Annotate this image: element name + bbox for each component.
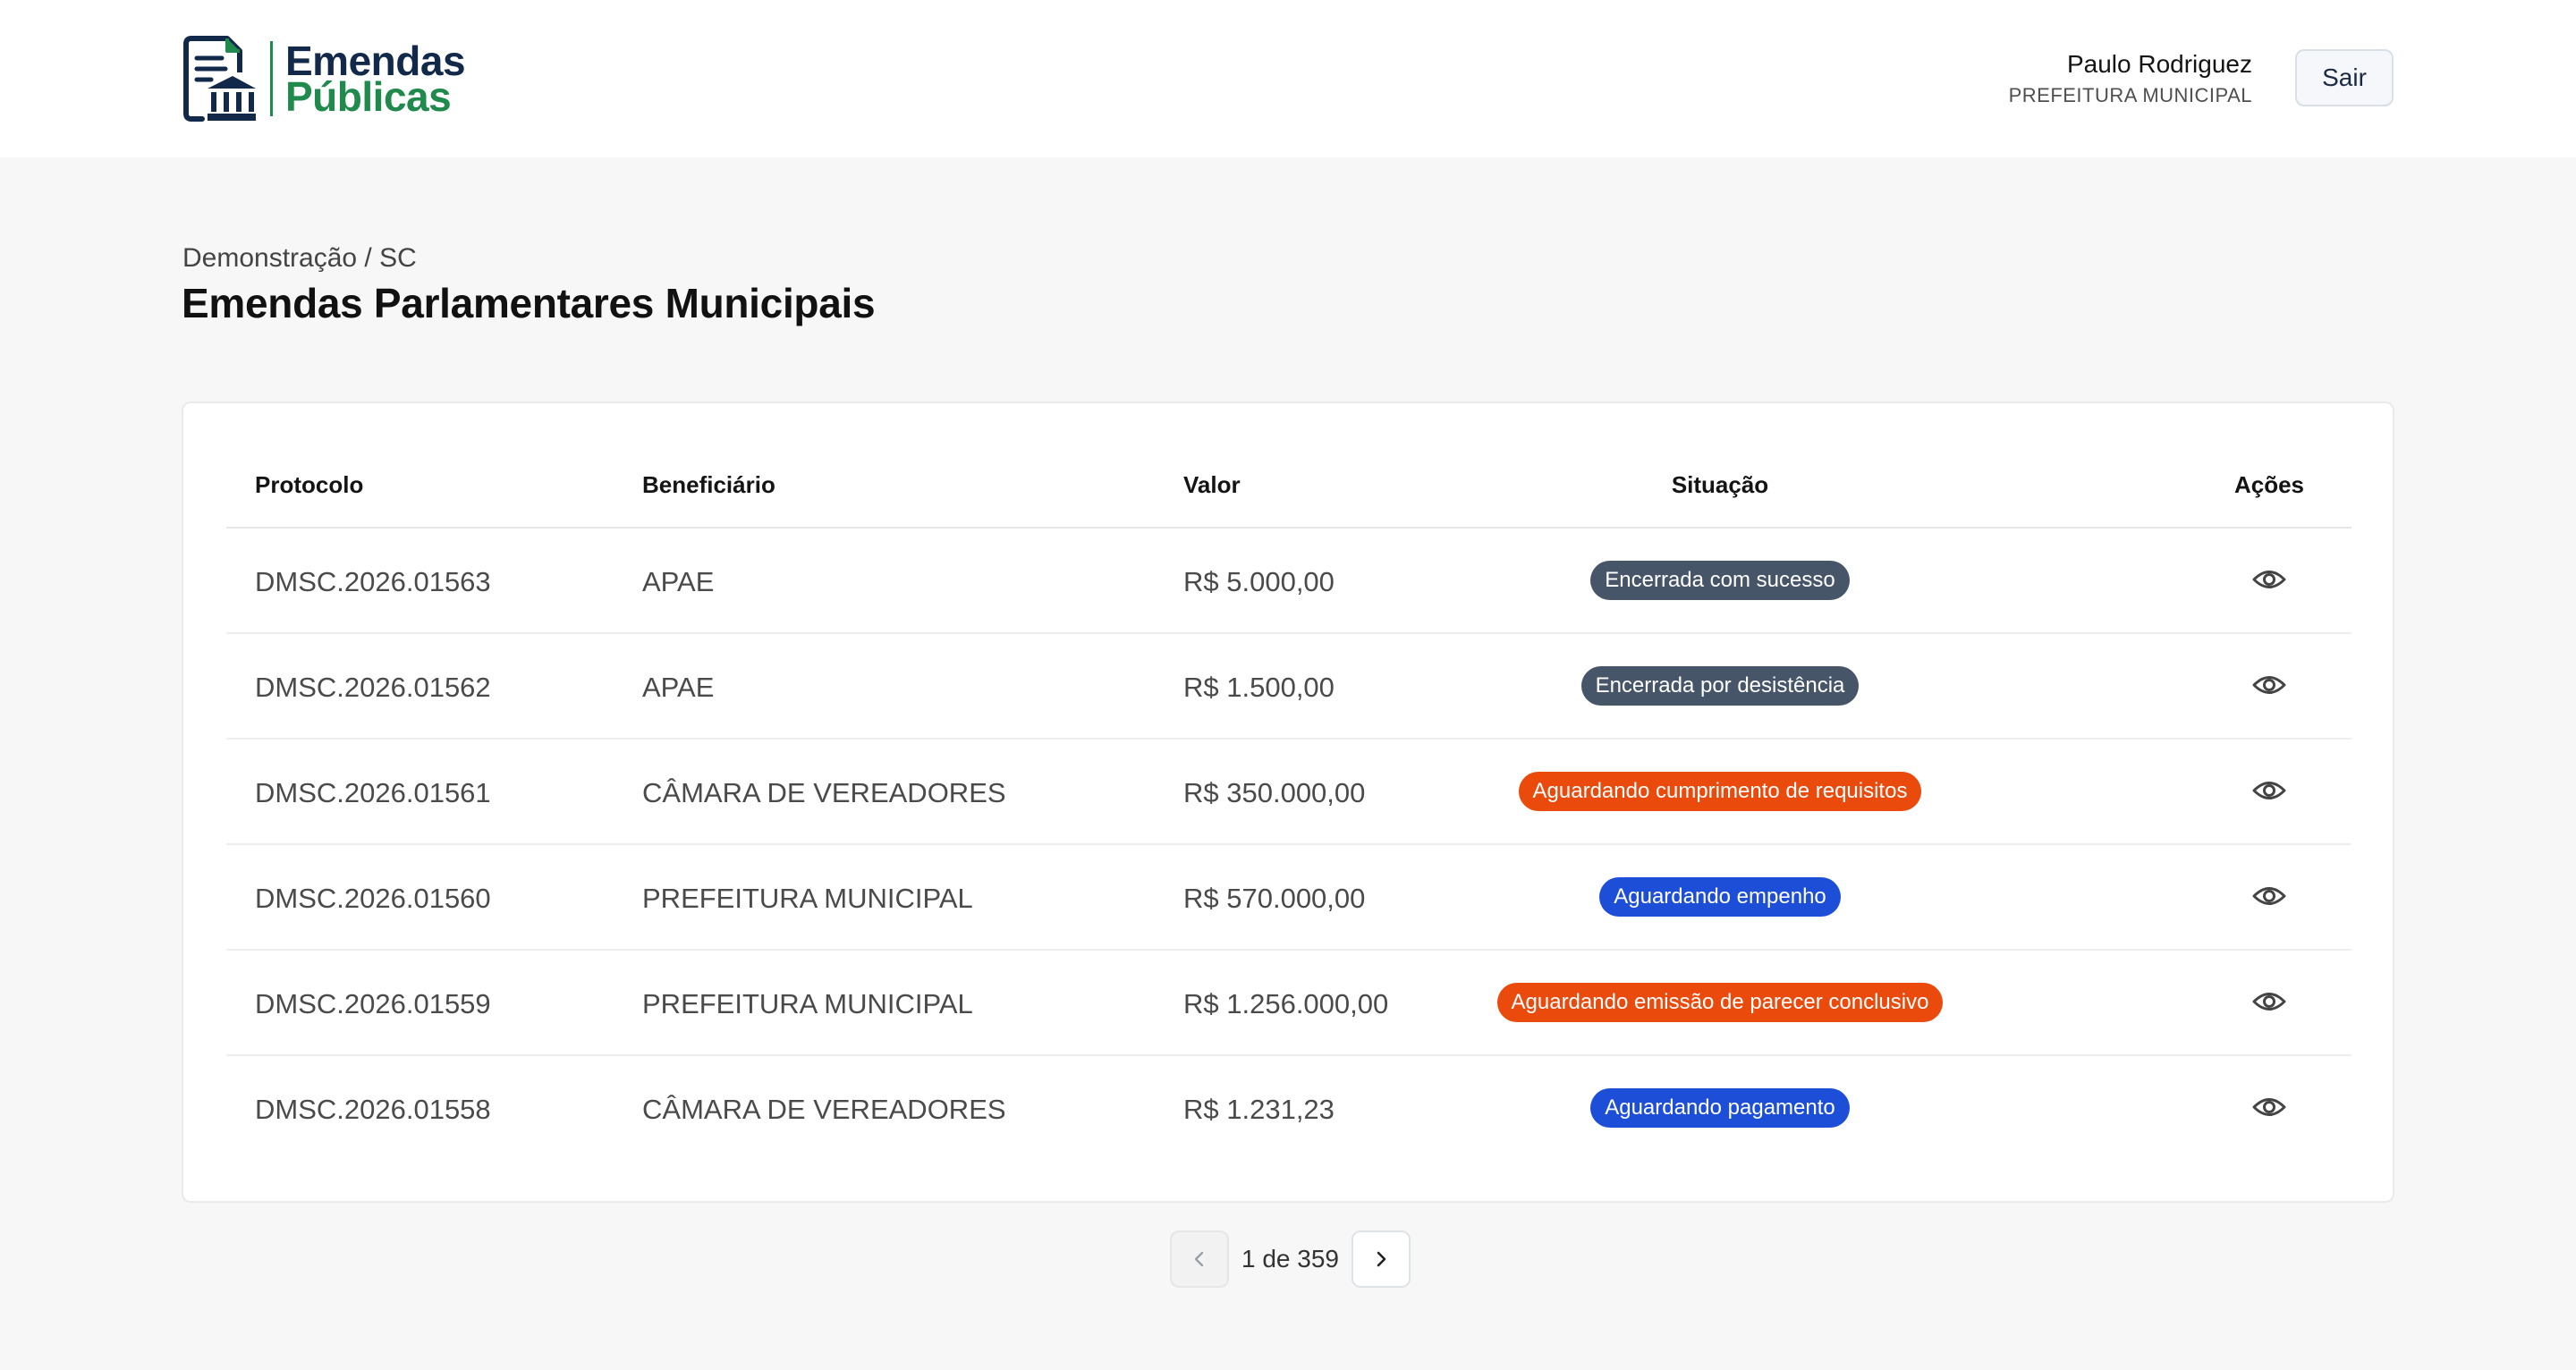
- cell-situacao: Aguardando pagamento: [1228, 1088, 2212, 1128]
- column-header-beneficiario: Beneficiário: [642, 471, 775, 498]
- column-header-valor: Valor: [1183, 471, 1241, 498]
- table-row: DMSC.2026.01560 PREFEITURA MUNICIPAL R$ …: [226, 845, 2351, 951]
- status-badge: Encerrada por desistência: [1580, 666, 1860, 706]
- status-badge: Aguardando emissão de parecer conclusivo: [1496, 983, 1944, 1022]
- table-row: DMSC.2026.01562 APAE R$ 1.500,00 Encerra…: [226, 634, 2351, 740]
- previous-page-button[interactable]: [1170, 1230, 1229, 1288]
- view-eye-icon[interactable]: [2251, 672, 2287, 698]
- view-eye-icon[interactable]: [2251, 566, 2287, 593]
- status-badge: Encerrada com sucesso: [1590, 561, 1850, 600]
- table-body: DMSC.2026.01563 APAE R$ 5.000,00 Encerra…: [226, 529, 2351, 1162]
- column-header-situacao: Situação: [1671, 471, 1769, 498]
- cell-situacao: Encerrada com sucesso: [1228, 561, 2212, 600]
- app-logo[interactable]: Emendas Públicas: [181, 34, 466, 123]
- view-eye-icon[interactable]: [2251, 777, 2287, 804]
- cell-protocolo: DMSC.2026.01559: [255, 988, 491, 1019]
- logo-divider: [270, 41, 273, 116]
- cell-protocolo: DMSC.2026.01562: [255, 672, 491, 703]
- status-badge: Aguardando empenho: [1599, 877, 1841, 917]
- view-eye-icon[interactable]: [2251, 988, 2287, 1015]
- table-row: DMSC.2026.01558 CÂMARA DE VEREADORES R$ …: [226, 1056, 2351, 1162]
- cell-beneficiario: PREFEITURA MUNICIPAL: [642, 988, 973, 1019]
- cell-beneficiario: APAE: [642, 566, 715, 597]
- page-title: Emendas Parlamentares Municipais: [182, 280, 876, 326]
- user-info: Paulo Rodriguez PREFEITURA MUNICIPAL: [2009, 48, 2252, 109]
- table-header: Protocolo Beneficiário Valor Situação Aç…: [226, 448, 2351, 529]
- cell-situacao: Aguardando cumprimento de requisitos: [1228, 772, 2212, 811]
- logo-document-building-icon: [183, 36, 256, 122]
- cell-beneficiario: PREFEITURA MUNICIPAL: [642, 883, 973, 914]
- logout-button[interactable]: Sair: [2295, 49, 2394, 106]
- user-organization: PREFEITURA MUNICIPAL: [2008, 84, 2252, 106]
- page-indicator: 1 de 359: [1241, 1245, 1339, 1273]
- table-row: DMSC.2026.01561 CÂMARA DE VEREADORES R$ …: [226, 740, 2351, 845]
- cell-beneficiario: APAE: [642, 672, 715, 703]
- cell-situacao: Aguardando empenho: [1228, 877, 2212, 917]
- view-eye-icon[interactable]: [2251, 883, 2287, 909]
- status-badge: Aguardando cumprimento de requisitos: [1518, 772, 1922, 811]
- view-eye-icon[interactable]: [2251, 1094, 2287, 1121]
- column-header-protocolo: Protocolo: [255, 471, 364, 498]
- cell-protocolo: DMSC.2026.01563: [255, 566, 491, 597]
- amendments-table: Protocolo Beneficiário Valor Situação Aç…: [226, 448, 2351, 1162]
- cell-situacao: Encerrada por desistência: [1228, 666, 2212, 706]
- status-badge: Aguardando pagamento: [1590, 1088, 1850, 1128]
- chevron-left-icon: [1194, 1251, 1204, 1267]
- cell-situacao: Aguardando emissão de parecer conclusivo: [1228, 983, 2212, 1022]
- cell-protocolo: DMSC.2026.01560: [255, 883, 491, 914]
- breadcrumb: Demonstração / SC: [182, 243, 417, 273]
- column-header-acoes: Ações: [2233, 471, 2305, 498]
- user-name: Paulo Rodriguez: [2066, 50, 2252, 78]
- pagination: 1 de 359: [1170, 1230, 1411, 1288]
- next-page-button[interactable]: [1352, 1230, 1411, 1288]
- cell-beneficiario: CÂMARA DE VEREADORES: [642, 777, 1006, 808]
- cell-protocolo: DMSC.2026.01558: [255, 1094, 491, 1125]
- cell-beneficiario: CÂMARA DE VEREADORES: [642, 1094, 1006, 1125]
- table-row: DMSC.2026.01563 APAE R$ 5.000,00 Encerra…: [226, 529, 2351, 634]
- amendments-table-card: Protocolo Beneficiário Valor Situação Aç…: [182, 402, 2394, 1203]
- top-bar: Emendas Públicas Paulo Rodriguez PREFEIT…: [0, 0, 2576, 157]
- logo-text: Emendas Públicas: [285, 40, 466, 120]
- table-row: DMSC.2026.01559 PREFEITURA MUNICIPAL R$ …: [226, 951, 2351, 1056]
- logo-line-2: Públicas: [285, 73, 452, 120]
- chevron-right-icon: [1377, 1251, 1386, 1267]
- cell-protocolo: DMSC.2026.01561: [255, 777, 491, 808]
